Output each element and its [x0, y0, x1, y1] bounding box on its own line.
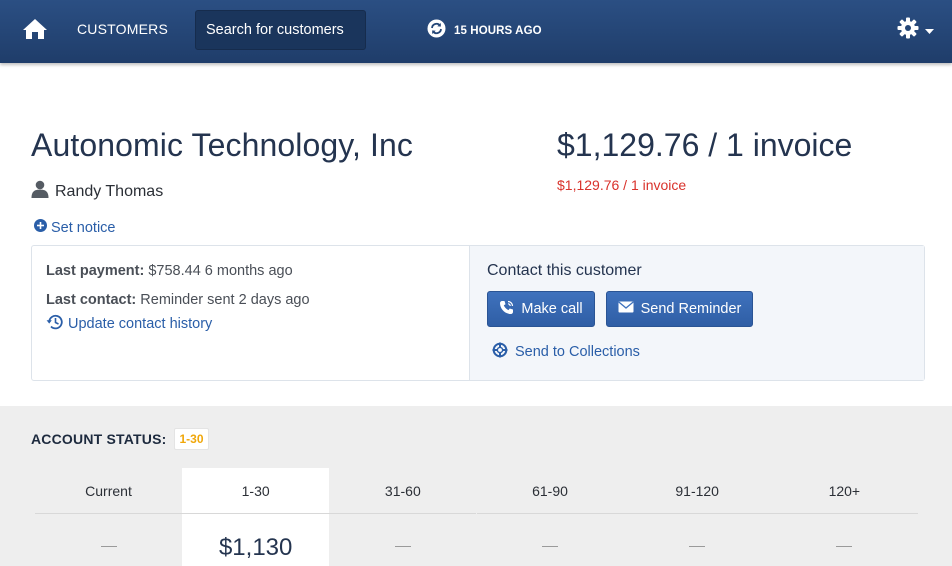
account-status-badge: 1-30 — [174, 428, 209, 450]
aging-bucket-empty — [836, 546, 853, 547]
aging-divider — [35, 513, 182, 514]
user-icon — [31, 180, 49, 203]
customer-name-title: Autonomic Technology, Inc — [31, 127, 413, 163]
aging-bucket-value: $1,130 — [218, 534, 293, 561]
sync-status[interactable]: 15 HOURS AGO — [427, 19, 542, 43]
nav-customers-link[interactable]: CUSTOMERS — [77, 21, 168, 37]
sync-icon — [427, 19, 446, 43]
history-icon — [46, 313, 64, 335]
account-status-title: ACCOUNT STATUS: — [31, 431, 167, 447]
aging-bucket[interactable]: 61-90 — [476, 468, 624, 566]
last-contact-row: Last contact: Reminder sent 2 days ago — [46, 292, 310, 308]
aging-divider — [476, 513, 624, 514]
balance-total: $1,129.76 / 1 invoice — [557, 127, 853, 163]
aging-buckets: Current 1-30 $1,130 31-60 61-90 91-120 120+ — [35, 468, 918, 566]
last-contact-label: Last contact: — [46, 292, 137, 308]
send-reminder-label: Send Reminder — [640, 301, 742, 317]
aging-bucket-empty — [542, 546, 558, 547]
contact-panel-title: Contact this customer — [487, 262, 642, 279]
aging-bucket-label: 61-90 — [532, 482, 568, 499]
last-payment-label: Last payment: — [46, 263, 145, 279]
aging-bucket-label: 91-120 — [675, 482, 719, 499]
send-reminder-button[interactable]: Send Reminder — [606, 291, 753, 327]
customer-search-input[interactable] — [195, 10, 366, 50]
make-call-button[interactable]: Make call — [487, 291, 595, 327]
update-history-label: Update contact history — [68, 316, 213, 332]
aging-bucket[interactable]: 91-120 — [623, 468, 771, 566]
settings-menu[interactable] — [897, 17, 934, 44]
aging-bucket-label: 31-60 — [384, 482, 421, 499]
contact-person-name: Randy Thomas — [55, 182, 164, 200]
last-contact-value: Reminder sent 2 days ago — [140, 292, 310, 308]
account-status-heading: ACCOUNT STATUS: 1-30 — [31, 428, 209, 450]
envelope-icon — [618, 301, 634, 317]
account-status-section: ACCOUNT STATUS: 1-30 Current 1-30 $1,130 31… — [0, 406, 952, 566]
balance-overdue: $1,129.76 / 1 invoice — [557, 177, 687, 193]
aging-bucket[interactable]: 1-30 $1,130 — [182, 468, 330, 566]
aging-bucket[interactable]: 31-60 — [329, 468, 477, 566]
aging-bucket-label: Current — [85, 482, 132, 499]
aging-bucket-label: 120+ — [828, 482, 861, 499]
aging-bucket-empty — [100, 546, 117, 547]
make-call-label: Make call — [521, 301, 583, 317]
set-notice-label: Set notice — [51, 219, 116, 236]
aging-bucket[interactable]: Current — [35, 468, 182, 566]
aging-divider — [623, 513, 771, 514]
phone-icon — [499, 300, 514, 319]
update-contact-history-link[interactable]: Update contact history — [46, 313, 212, 335]
gear-icon — [897, 17, 919, 44]
activity-panel: Last payment: $758.44 6 months ago Last … — [32, 246, 469, 380]
aging-divider — [770, 513, 918, 514]
last-payment-value: $758.44 6 months ago — [148, 263, 293, 279]
aging-bucket-label: 1-30 — [241, 482, 270, 499]
contact-panel: Contact this customer Make call Send Rem… — [469, 246, 924, 380]
last-payment-row: Last payment: $758.44 6 months ago — [46, 263, 293, 279]
top-navigation-bar: CUSTOMERS 15 HOURS AGO — [0, 0, 952, 63]
collections-label: Send to Collections — [515, 344, 640, 360]
aging-divider — [182, 513, 330, 514]
home-icon[interactable] — [22, 17, 48, 41]
lifebuoy-icon — [492, 342, 508, 362]
customer-activity-card: Last payment: $758.44 6 months ago Last … — [31, 245, 925, 381]
set-notice-link[interactable]: Set notice — [34, 219, 116, 236]
aging-bucket-empty — [689, 546, 706, 547]
aging-divider — [329, 513, 477, 514]
sync-time-label: 15 HOURS AGO — [454, 25, 542, 37]
caret-down-icon — [925, 22, 934, 40]
aging-bucket[interactable]: 120+ — [770, 468, 918, 566]
aging-bucket-empty — [394, 546, 411, 547]
customer-contact-person: Randy Thomas — [31, 180, 163, 203]
plus-circle-icon — [34, 219, 47, 236]
send-to-collections-link[interactable]: Send to Collections — [492, 342, 640, 362]
